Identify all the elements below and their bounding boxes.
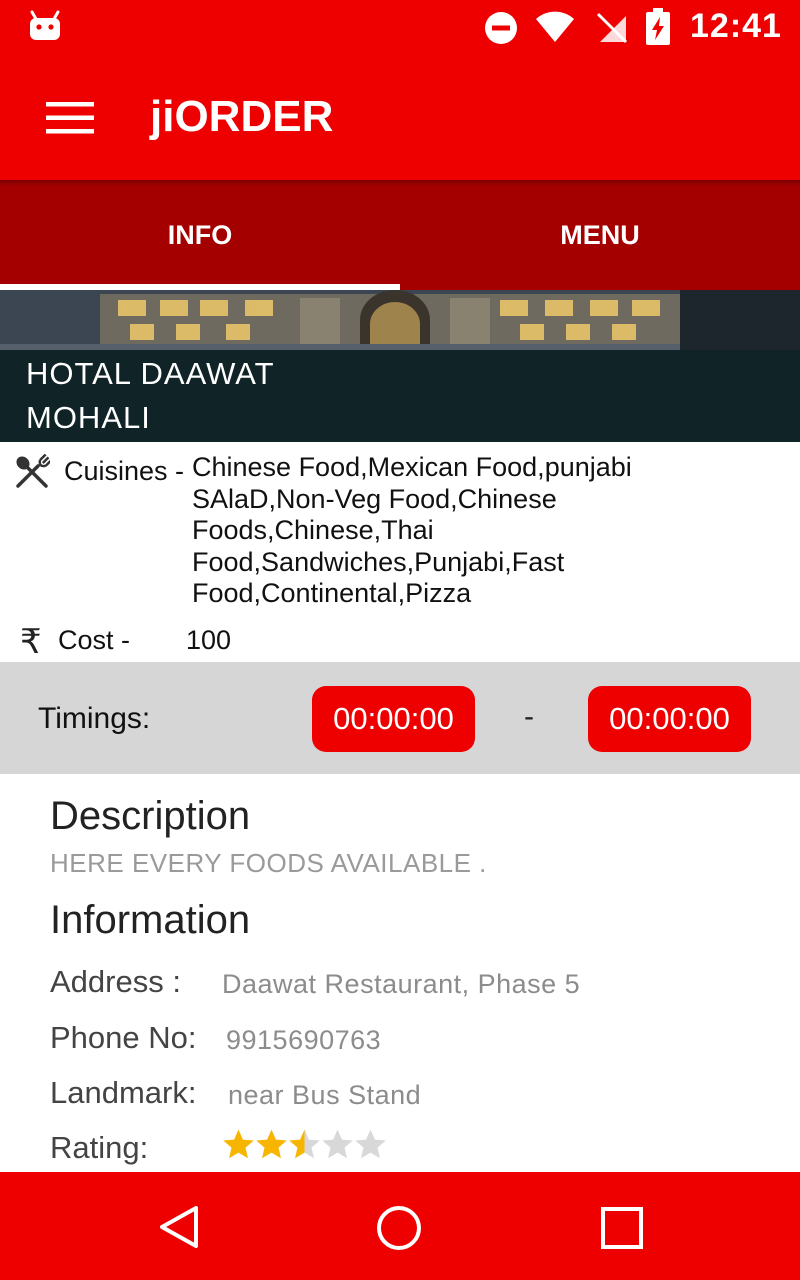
- information-title: Information: [50, 898, 251, 942]
- tab-info[interactable]: INFO: [0, 180, 400, 290]
- cuisines-value: Chinese Food,Mexican Food,punjabi SAlaD,…: [192, 452, 632, 608]
- cutlery-icon: [16, 454, 50, 488]
- phone-label: Phone No:: [50, 1020, 197, 1055]
- cost-value: 100: [186, 625, 232, 655]
- rating-stars: [222, 1128, 387, 1160]
- tab-menu[interactable]: MENU: [400, 180, 800, 290]
- landmark-value: near Bus Stand: [228, 1080, 422, 1110]
- wifi-icon: [536, 11, 574, 42]
- tab-bar: INFO MENU: [0, 180, 800, 290]
- landmark-label: Landmark:: [50, 1075, 197, 1110]
- opening-time-button[interactable]: 00:00:00: [312, 686, 475, 752]
- closing-time-button[interactable]: 00:00:00: [588, 686, 751, 752]
- restaurant-banner: HOTAL DAAWAT MOHALI: [0, 290, 800, 442]
- battery-charging-icon: [646, 8, 670, 45]
- timings-label: Timings:: [38, 702, 151, 735]
- restaurant-name-line2: MOHALI: [26, 400, 151, 435]
- status-time: 12:41: [690, 7, 782, 45]
- rating-star-icon: [322, 1129, 353, 1159]
- timings-separator: -: [524, 700, 534, 733]
- cost-label: Cost -: [58, 625, 131, 655]
- rupee-icon: ₹: [20, 623, 42, 661]
- description-text: HERE EVERY FOODS AVAILABLE .: [50, 848, 487, 878]
- timings-bar: Timings: 00:00:00 - 00:00:00: [0, 662, 800, 774]
- recents-icon[interactable]: [600, 1206, 644, 1250]
- rating-star-icon: [289, 1129, 320, 1159]
- do-not-disturb-icon: [485, 12, 517, 44]
- system-nav-bar: [0, 1172, 800, 1280]
- app-bar: jiORDER: [0, 56, 800, 180]
- rating-label: Rating:: [50, 1130, 149, 1165]
- cuisines-label: Cuisines -: [64, 456, 185, 486]
- back-icon[interactable]: [156, 1204, 200, 1250]
- description-title: Description: [50, 794, 251, 838]
- home-icon[interactable]: [375, 1204, 423, 1252]
- hamburger-menu-icon[interactable]: [44, 96, 96, 140]
- rating-star-icon: [223, 1129, 254, 1159]
- rating-star-icon: [256, 1129, 287, 1159]
- status-bar: 12:41: [0, 0, 800, 56]
- no-signal-icon: [596, 12, 628, 44]
- phone-value: 9915690763: [226, 1025, 382, 1055]
- restaurant-name-line1: HOTAL DAAWAT: [26, 356, 275, 391]
- address-label: Address :: [50, 964, 181, 999]
- app-title: jiORDER: [150, 92, 334, 141]
- restaurant-name: HOTAL DAAWAT MOHALI: [26, 352, 275, 440]
- address-value: Daawat Restaurant, Phase 5: [222, 969, 581, 999]
- rating-star-icon: [355, 1129, 386, 1159]
- android-icon: [30, 10, 60, 40]
